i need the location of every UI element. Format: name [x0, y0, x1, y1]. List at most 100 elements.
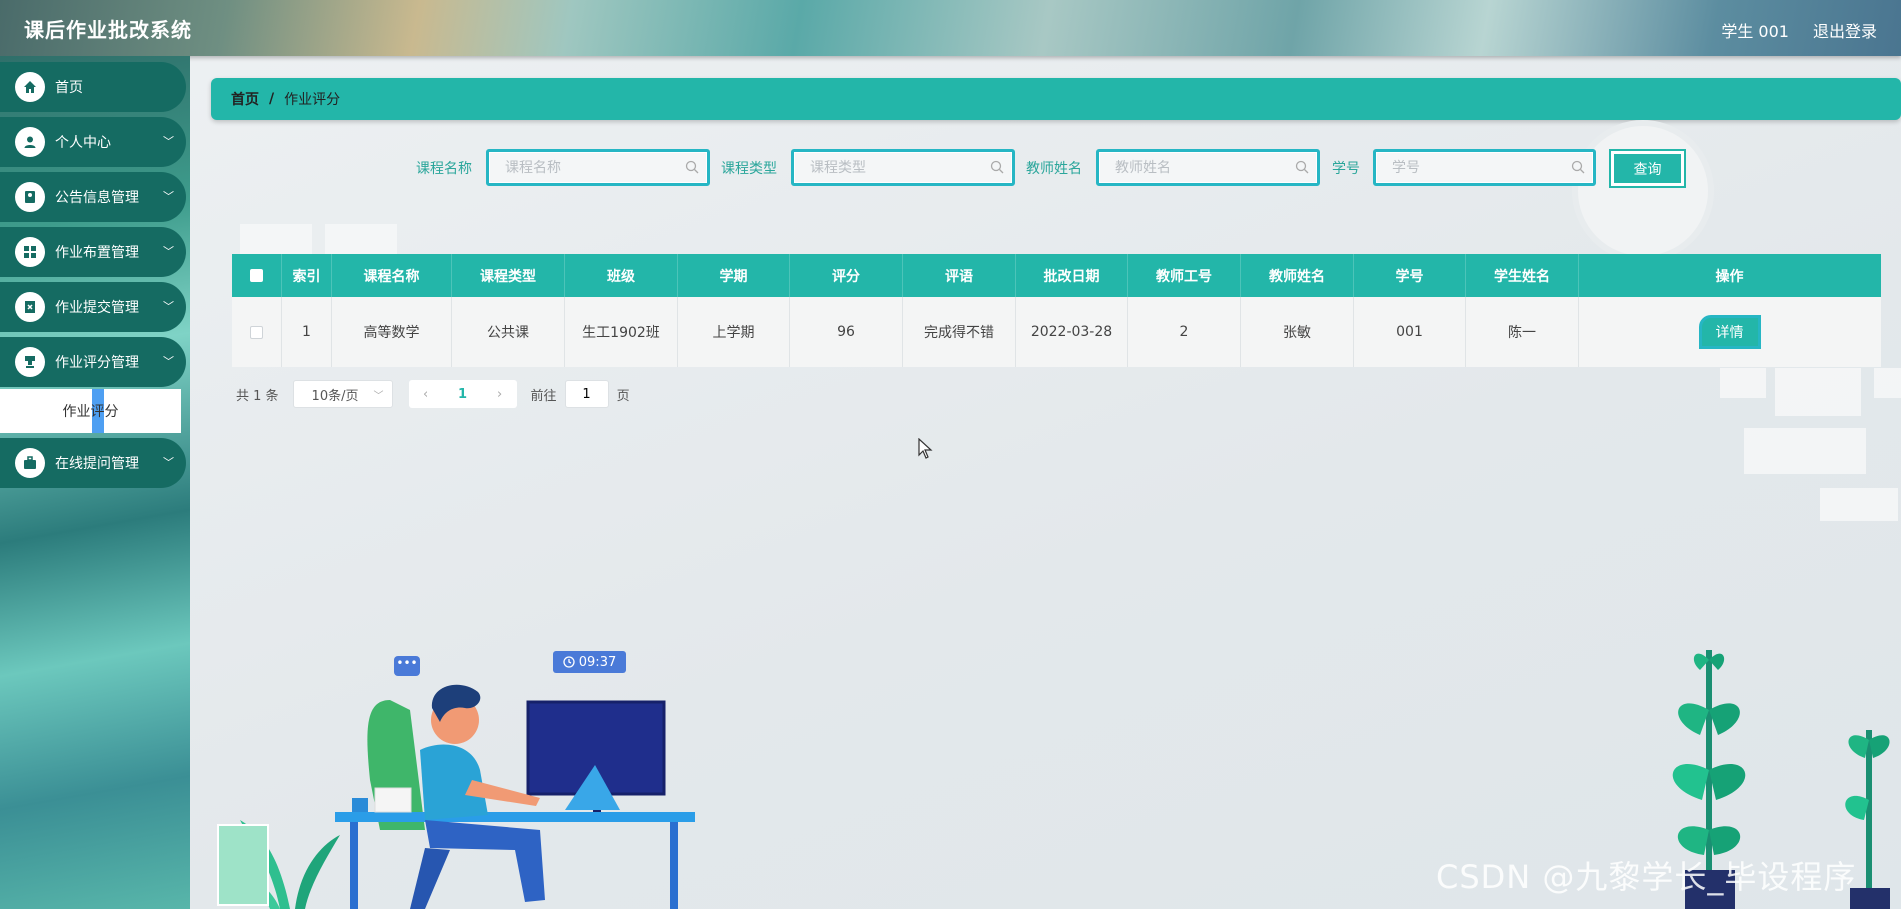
- course-name-field[interactable]: [486, 149, 710, 186]
- chevron-down-icon: ﹀: [163, 135, 174, 148]
- select-all-cell: [232, 254, 282, 297]
- decorative-block: [1720, 368, 1766, 398]
- goto-label: 前往: [530, 388, 557, 404]
- select-all-checkbox[interactable]: [250, 269, 263, 282]
- column-header[interactable]: 教师姓名: [1241, 254, 1354, 297]
- sidebar-item-questions[interactable]: 在线提问管理 ﹀: [0, 438, 186, 488]
- column-header[interactable]: 索引: [282, 254, 332, 297]
- column-header[interactable]: 学生姓名: [1466, 254, 1579, 297]
- cell-comment: 完成得不错: [903, 297, 1016, 367]
- sidebar-item-profile[interactable]: 个人中心 ﹀: [0, 117, 186, 167]
- chevron-down-icon: ﹀: [163, 190, 174, 203]
- column-header[interactable]: 课程类型: [452, 254, 565, 297]
- sidebar-item-home[interactable]: 首页: [0, 62, 186, 112]
- cell-course: 高等数学: [332, 297, 452, 367]
- next-page-icon[interactable]: ›: [483, 387, 517, 402]
- breadcrumb-home[interactable]: 首页: [231, 89, 259, 109]
- grading-table: 索引 课程名称 课程类型 班级 学期 评分 评语 批改日期 教师工号 教师姓名 …: [232, 254, 1881, 367]
- desk-illustration: [217, 684, 695, 909]
- total-count: 共 1 条: [236, 388, 279, 404]
- current-user-label[interactable]: 学生 001: [1721, 18, 1789, 42]
- chevron-down-icon: ﹀: [163, 245, 174, 258]
- decorative-block: [325, 224, 397, 254]
- column-header[interactable]: 班级: [565, 254, 678, 297]
- sidebar-subitem-label: 作业评分: [62, 404, 119, 420]
- pagination: 共 1 条 10条/页 ﹀ ‹ 1 › 前往 页: [236, 380, 630, 408]
- clock-time: 09:37: [578, 654, 617, 670]
- student-id-field[interactable]: [1373, 149, 1596, 186]
- column-header[interactable]: 评语: [903, 254, 1016, 297]
- table-header: 索引 课程名称 课程类型 班级 学期 评分 评语 批改日期 教师工号 教师姓名 …: [232, 254, 1881, 297]
- sidebar-item-assignments[interactable]: 作业布置管理 ﹀: [0, 227, 186, 277]
- search-icon: [990, 160, 1004, 174]
- sidebar-item-label: 首页: [55, 80, 83, 96]
- cell-student-name: 陈一: [1466, 297, 1579, 367]
- announcement-icon: [15, 182, 45, 212]
- query-button[interactable]: 查询: [1609, 149, 1686, 188]
- cell-date: 2022-03-28: [1016, 297, 1128, 367]
- column-header[interactable]: 批改日期: [1016, 254, 1128, 297]
- course-type-field[interactable]: [791, 149, 1015, 186]
- csdn-watermark: CSDN @九黎学长_毕设程序: [1436, 858, 1857, 896]
- grid-icon: [15, 237, 45, 267]
- sidebar-subitem-grading[interactable]: 作业评分: [0, 389, 181, 433]
- sidebar-item-grading[interactable]: 作业评分管理 ﹀: [0, 337, 186, 387]
- page-number[interactable]: 1: [443, 387, 483, 402]
- page-size-value: 10条/页: [311, 388, 359, 404]
- sidebar-item-announcements[interactable]: 公告信息管理 ﹀: [0, 172, 186, 222]
- row-checkbox[interactable]: [250, 325, 263, 339]
- goto-page-input[interactable]: [564, 380, 609, 408]
- sidebar-item-label: 个人中心: [55, 135, 111, 151]
- column-header: 操作: [1715, 268, 1744, 285]
- sidebar-item-label: 作业布置管理: [55, 245, 139, 261]
- sidebar-item-submissions[interactable]: 作业提交管理 ﹀: [0, 282, 186, 332]
- page-size-select[interactable]: 10条/页 ﹀: [292, 380, 393, 408]
- header-user-area: 学生 001 退出登录: [1721, 18, 1877, 42]
- student-id-input[interactable]: [1376, 152, 1593, 183]
- column-header[interactable]: 学号: [1354, 254, 1466, 297]
- cell-index: 1: [282, 297, 332, 367]
- decorative-block: [1744, 428, 1866, 474]
- logout-link[interactable]: 退出登录: [1813, 18, 1877, 42]
- sidebar-item-label: 作业评分管理: [55, 355, 139, 371]
- chevron-down-icon: ﹀: [163, 456, 174, 469]
- sidebar: 首页 个人中心 ﹀ 公告信息管理 ﹀ 作业布置管理 ﹀ 作业提交管理 ﹀ 作业评…: [0, 56, 190, 909]
- cell-score: 96: [790, 297, 903, 367]
- column-header[interactable]: 课程名称: [332, 254, 452, 297]
- sidebar-item-label: 在线提问管理: [55, 456, 139, 472]
- column-header[interactable]: 教师工号: [1128, 254, 1241, 297]
- column-header[interactable]: 评分: [790, 254, 903, 297]
- column-header[interactable]: 学期: [678, 254, 790, 297]
- cell-teacher-id: 2: [1128, 297, 1241, 367]
- prev-page-icon[interactable]: ‹: [409, 387, 443, 402]
- document-icon: [15, 292, 45, 322]
- search-icon: [1295, 160, 1309, 174]
- briefcase-icon: [15, 448, 45, 478]
- cell-course-type: 公共课: [452, 297, 565, 367]
- decorative-block: [1775, 368, 1861, 416]
- sidebar-item-label: 作业提交管理: [55, 300, 139, 316]
- app-title: 课后作业批改系统: [24, 18, 192, 42]
- course-type-label: 课程类型: [721, 161, 777, 177]
- cell-term: 上学期: [678, 297, 790, 367]
- teacher-name-field[interactable]: [1096, 149, 1320, 186]
- teacher-name-input[interactable]: [1099, 152, 1317, 183]
- search-icon: [1571, 160, 1585, 174]
- row-select-cell: [232, 297, 282, 367]
- decorative-block: [240, 224, 312, 254]
- course-name-input[interactable]: [489, 152, 707, 183]
- student-id-label: 学号: [1332, 161, 1360, 177]
- decorative-clock: [1572, 120, 1714, 262]
- decorative-block: [1874, 368, 1901, 398]
- page-navigator: ‹ 1 ›: [408, 380, 517, 408]
- page-unit-label: 页: [616, 388, 630, 404]
- detail-button[interactable]: 详情: [1698, 315, 1761, 349]
- chevron-down-icon: ﹀: [373, 391, 384, 402]
- cell-student-id: 001: [1354, 297, 1466, 367]
- table-row: 1 高等数学 公共课 生工1902班 上学期 96 完成得不错 2022-03-…: [232, 297, 1881, 367]
- teacher-name-label: 教师姓名: [1026, 161, 1082, 177]
- goto-page: 前往 页: [531, 380, 630, 408]
- course-type-input[interactable]: [794, 152, 1012, 183]
- course-name-label: 课程名称: [416, 161, 472, 177]
- mouse-cursor-icon: [918, 438, 933, 459]
